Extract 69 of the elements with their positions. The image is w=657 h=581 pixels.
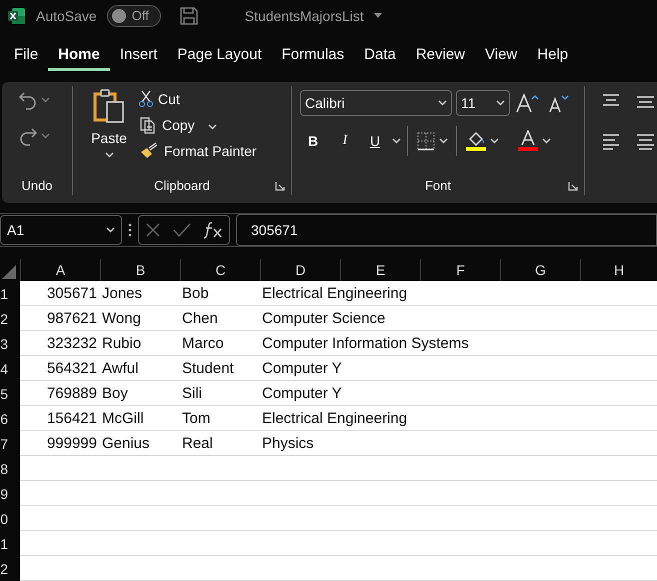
align-text-icon[interactable] xyxy=(601,134,655,150)
format-painter-button[interactable]: Format Painter xyxy=(135,138,261,164)
save-icon[interactable] xyxy=(178,6,199,26)
name-box[interactable]: A1 xyxy=(0,215,122,245)
font-color-icon xyxy=(517,130,539,152)
dialog-launcher-icon[interactable] xyxy=(275,181,285,191)
table-cell: Computer Y xyxy=(262,385,343,402)
caret-icon xyxy=(392,138,401,144)
group-label: Font xyxy=(424,178,451,195)
paint-bucket-icon xyxy=(465,130,487,152)
borders-icon xyxy=(416,131,436,151)
caret-icon xyxy=(542,138,551,144)
table-cell: Physics xyxy=(262,435,315,452)
table-cell: Computer Y xyxy=(262,360,343,377)
ribbon-tab[interactable]: Page Layout xyxy=(167,38,272,71)
autosave-label: AutoSave xyxy=(36,8,97,24)
caret-icon xyxy=(41,97,50,103)
clipboard-icon xyxy=(91,88,127,124)
brush-icon xyxy=(139,142,159,160)
ribbon-tab[interactable]: Data xyxy=(354,38,406,71)
ribbon-tab[interactable]: Formulas xyxy=(272,38,354,71)
ribbon-tab[interactable]: Help xyxy=(527,38,578,71)
underline-button[interactable]: U xyxy=(364,128,386,154)
font-size-field[interactable]: 11 xyxy=(456,90,510,116)
caret-icon xyxy=(104,152,114,158)
group-label: Undo xyxy=(21,178,53,195)
caret-icon[interactable] xyxy=(374,13,382,18)
cancel-icon[interactable] xyxy=(145,222,161,238)
table-cell: Boy xyxy=(102,385,129,402)
cut-button[interactable]: Cut xyxy=(135,86,261,112)
paste-button[interactable]: Paste xyxy=(87,86,131,166)
table-cell: Electrical Engineering xyxy=(262,410,408,427)
excel-logo-icon xyxy=(8,6,26,25)
ribbon-tab[interactable]: View xyxy=(475,38,528,71)
redo-icon xyxy=(18,126,38,146)
align-buttons-icon[interactable] xyxy=(601,94,655,108)
ribbon-tab[interactable]: Home xyxy=(48,38,110,71)
ribbon-tab[interactable]: File xyxy=(4,38,48,71)
font-color-button[interactable] xyxy=(515,128,553,154)
scissors-icon xyxy=(139,90,153,108)
grow-font-icon xyxy=(516,93,540,113)
ribbon-tab[interactable]: Insert xyxy=(110,38,168,71)
italic-button[interactable]: I xyxy=(332,128,358,154)
caret-icon xyxy=(496,100,505,106)
caret-icon xyxy=(439,138,448,144)
table-cell: Computer Science xyxy=(262,310,386,327)
file-name[interactable]: StudentsMajorsList xyxy=(244,8,364,24)
caret-icon xyxy=(208,124,217,130)
ribbon-tab[interactable]: Review xyxy=(406,38,476,71)
caret-icon xyxy=(41,133,50,139)
table-cell: Electrical Engineering xyxy=(262,285,408,302)
dialog-launcher-icon[interactable] xyxy=(568,181,578,191)
copy-icon xyxy=(139,116,157,134)
bold-button[interactable]: B xyxy=(300,128,326,154)
caret-icon xyxy=(106,227,115,233)
shrink-font-icon xyxy=(548,93,570,113)
copy-button[interactable]: Copy xyxy=(135,112,261,138)
formula-field[interactable]: 305671 xyxy=(236,214,657,246)
font-name-field[interactable]: Calibri xyxy=(300,90,452,116)
check-icon[interactable] xyxy=(173,223,191,237)
undo-icon xyxy=(18,90,38,110)
caret-icon xyxy=(438,100,447,106)
autosave-toggle[interactable]: Off xyxy=(106,4,161,27)
table-cell: Computer Information Systems xyxy=(262,335,470,352)
more-icon xyxy=(128,223,132,237)
caret-icon xyxy=(490,138,499,144)
function-icon[interactable] xyxy=(203,221,223,239)
table-cell: Wong xyxy=(102,310,142,327)
group-label: Clipboard xyxy=(154,178,210,195)
